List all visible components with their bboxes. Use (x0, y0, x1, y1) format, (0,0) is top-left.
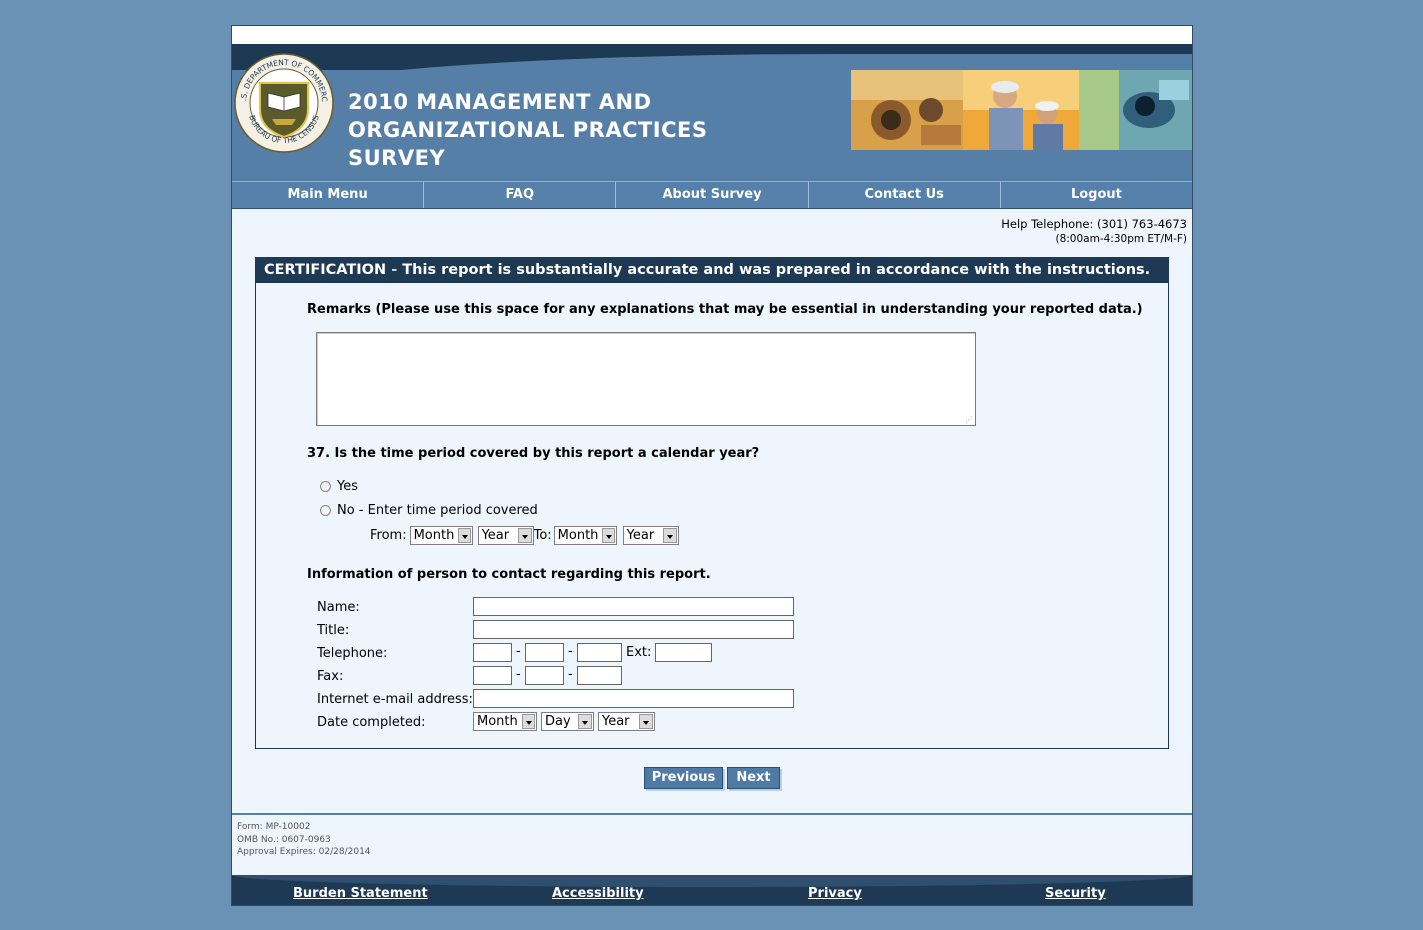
email-label: Internet e-mail address: (317, 692, 473, 707)
email-input[interactable] (473, 689, 794, 708)
certification-separator: - (386, 262, 403, 278)
certification-section: CERTIFICATION - This report is substanti… (255, 257, 1169, 749)
telephone-number-input[interactable] (577, 643, 622, 662)
main-navigation: Main Menu FAQ About Survey Contact Us Lo… (232, 181, 1192, 209)
fax-dash-1: - (516, 667, 521, 682)
certification-statement: This report is substantially accurate an… (402, 262, 1151, 278)
yes-radio[interactable] (320, 481, 331, 492)
from-label: From: (370, 528, 407, 543)
date-day-value: Day (545, 714, 571, 729)
nav-about-survey[interactable]: About Survey (616, 182, 809, 208)
nav-main-menu[interactable]: Main Menu (232, 182, 425, 208)
chevron-down-icon (578, 714, 592, 729)
no-label: No - Enter time period covered (337, 503, 538, 518)
option-yes[interactable]: Yes (320, 479, 358, 494)
previous-button[interactable]: Previous (644, 767, 723, 789)
fax-area-code-input[interactable] (473, 666, 512, 685)
approval-expires: Approval Expires: 02/28/2014 (237, 847, 371, 857)
lab-photo (1079, 70, 1192, 150)
nav-faq[interactable]: FAQ (424, 182, 617, 208)
footer-rule (232, 813, 1192, 815)
telephone-prefix-input[interactable] (525, 643, 564, 662)
question-37-label: 37. Is the time period covered by this r… (307, 446, 760, 461)
to-year-select[interactable]: Year (622, 526, 679, 545)
date-month-select[interactable]: Month (473, 712, 537, 731)
name-input[interactable] (473, 597, 794, 616)
date-year-select[interactable]: Year (598, 712, 655, 731)
site-title: 2010 MANAGEMENT AND ORGANIZATIONAL PRACT… (348, 88, 768, 172)
fax-label: Fax: (317, 669, 344, 684)
to-year-value: Year (626, 528, 655, 543)
top-strip (232, 26, 1192, 44)
from-year-select[interactable]: Year (477, 526, 534, 545)
chevron-down-icon (602, 528, 615, 543)
form-number: Form: MP-10002 (237, 822, 311, 832)
from-month-select[interactable]: Month (409, 526, 473, 545)
chevron-down-icon (458, 528, 471, 543)
next-button[interactable]: Next (727, 767, 780, 789)
to-month-value: Month (557, 528, 599, 543)
security-link[interactable]: Security (1045, 886, 1106, 901)
site-footer: Burden Statement Accessibility Privacy S… (232, 875, 1192, 905)
date-month-value: Month (477, 714, 518, 729)
site-title-line3: SURVEY (348, 146, 446, 170)
telephone-label: Telephone: (317, 646, 388, 661)
survey-page: U.S. DEPARTMENT OF COMMERCE BUREAU OF TH… (231, 25, 1193, 906)
name-label: Name: (317, 600, 360, 615)
to-month-select[interactable]: Month (553, 526, 617, 545)
workers-photo (963, 70, 1079, 150)
burden-statement-link[interactable]: Burden Statement (293, 886, 428, 901)
yes-label: Yes (337, 479, 358, 494)
site-header: U.S. DEPARTMENT OF COMMERCE BUREAU OF TH… (232, 44, 1192, 181)
chevron-down-icon (517, 528, 532, 543)
contact-heading: Information of person to contact regardi… (307, 567, 711, 582)
omb-number: OMB No.: 0607-0963 (237, 834, 331, 845)
nav-contact-us[interactable]: Contact Us (809, 182, 1001, 208)
from-month-value: Month (413, 528, 455, 543)
to-label: To: (533, 528, 552, 543)
banner-photos (851, 70, 1192, 150)
telephone-dash-1: - (516, 644, 521, 659)
form-metadata: Form: MP-10002 OMB No.: 0607-0963 Approv… (237, 821, 371, 859)
fax-number-input[interactable] (577, 666, 622, 685)
certification-label: CERTIFICATION (264, 262, 387, 278)
fax-dash-2: - (568, 667, 573, 682)
help-hours: (8:00am-4:30pm ET/M-F) (1055, 233, 1187, 245)
certification-heading: CERTIFICATION - This report is substanti… (256, 258, 1168, 283)
no-radio[interactable] (320, 505, 331, 516)
privacy-link[interactable]: Privacy (808, 886, 862, 901)
option-no[interactable]: No - Enter time period covered (320, 503, 538, 518)
chevron-down-icon (521, 714, 535, 729)
date-completed-label: Date completed: (317, 715, 426, 730)
help-contact: Help Telephone: (301) 763-4673 (8:00am-4… (1001, 217, 1187, 247)
chevron-down-icon (639, 714, 653, 729)
telephone-dash-2: - (568, 644, 573, 659)
fax-prefix-input[interactable] (525, 666, 564, 685)
telephone-area-code-input[interactable] (473, 643, 512, 662)
remarks-textarea[interactable]: ⋰ (316, 332, 976, 426)
site-title-line2: ORGANIZATIONAL PRACTICES (348, 118, 708, 142)
telephone-extension-input[interactable] (655, 643, 712, 662)
from-year-value: Year (481, 528, 510, 543)
site-title-line1: 2010 MANAGEMENT AND (348, 90, 652, 114)
remarks-label: Remarks (Please use this space for any e… (307, 302, 1143, 317)
date-year-value: Year (602, 714, 630, 729)
accessibility-link[interactable]: Accessibility (552, 886, 644, 901)
help-telephone: Help Telephone: (301) 763-4673 (1001, 217, 1187, 231)
title-label: Title: (317, 623, 350, 638)
resize-grip-icon[interactable]: ⋰ (965, 415, 973, 424)
date-completed-selects: Month Day Year (473, 712, 655, 731)
ext-label: Ext: (626, 645, 652, 660)
time-period-row: From: Month Year To: Month Year (370, 526, 679, 545)
title-input[interactable] (473, 620, 794, 639)
nav-logout[interactable]: Logout (1001, 182, 1192, 208)
census-bureau-seal-logo: U.S. DEPARTMENT OF COMMERCE BUREAU OF TH… (234, 53, 334, 153)
date-day-select[interactable]: Day (541, 712, 594, 731)
machinery-photo (851, 70, 963, 150)
chevron-down-icon (662, 528, 677, 543)
